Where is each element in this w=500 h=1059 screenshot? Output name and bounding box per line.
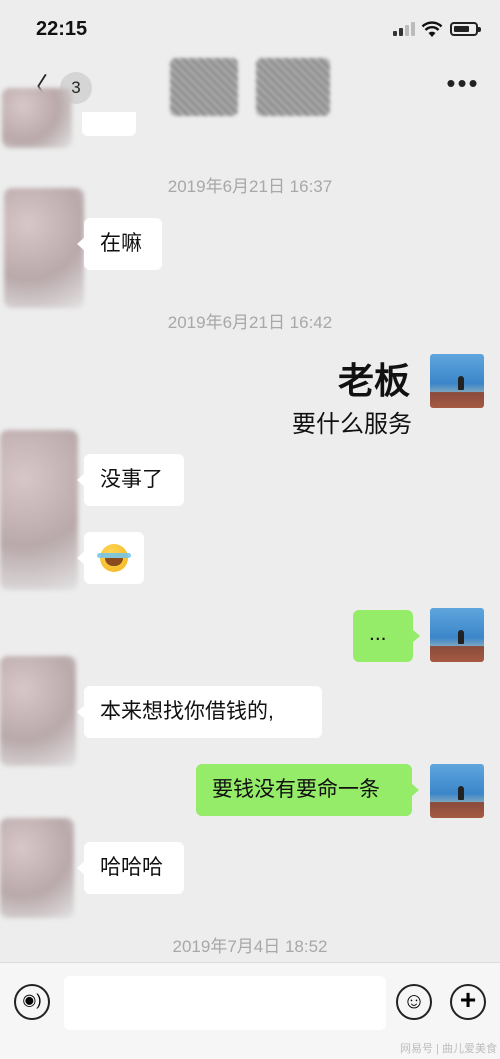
contact-avatar xyxy=(4,188,84,308)
message-input[interactable] xyxy=(64,976,386,1030)
cellular-signal-icon xyxy=(393,22,415,36)
my-avatar xyxy=(430,354,484,408)
emoji-button[interactable]: ☺ xyxy=(396,984,432,1020)
sticker-text-line1[interactable]: 老板 xyxy=(200,352,410,404)
message-bubble-incoming[interactable]: 在嘛 xyxy=(77,218,162,270)
contact-avatar xyxy=(0,818,74,918)
timestamp: 2019年6月21日 16:42 xyxy=(167,313,333,332)
message-bubble-incoming[interactable]: 本来想找你借钱的, xyxy=(77,686,322,738)
voice-input-button[interactable]: ◉) xyxy=(14,984,50,1020)
more-actions-button[interactable]: + xyxy=(450,984,486,1020)
sticker-text-line2[interactable]: 要什么服务 xyxy=(200,404,412,439)
watermark: 网易号 | 曲儿爱美食 xyxy=(400,1043,497,1055)
laughing-crying-emoji-icon xyxy=(97,544,131,572)
contact-avatar xyxy=(0,430,78,590)
my-avatar xyxy=(430,608,484,662)
message-bubble-incoming[interactable]: 哈哈哈 xyxy=(77,842,184,894)
smiley-icon: ☺ xyxy=(402,988,426,1013)
message-bubble-outgoing[interactable]: ... xyxy=(353,610,420,662)
message-bubble-incoming[interactable]: 没事了 xyxy=(77,454,184,506)
chat-title-redacted xyxy=(170,58,238,116)
contact-avatar xyxy=(0,656,76,766)
wifi-icon xyxy=(421,21,443,37)
status-time: 22:15 xyxy=(36,18,88,40)
voice-icon: ◉) xyxy=(22,992,42,1009)
more-options-button[interactable]: ••• xyxy=(446,70,480,98)
plus-icon: + xyxy=(459,984,477,1015)
message-bubble-outgoing[interactable]: 要钱没有要命一条 xyxy=(196,764,419,816)
timestamp: 2019年7月4日 18:52 xyxy=(172,937,328,956)
battery-icon xyxy=(450,22,481,36)
message-bubble-partial[interactable] xyxy=(82,112,136,136)
message-bubble-emoji[interactable] xyxy=(77,532,144,584)
my-avatar xyxy=(430,764,484,818)
chat-title-redacted-2 xyxy=(256,58,330,116)
contact-avatar xyxy=(2,88,72,148)
